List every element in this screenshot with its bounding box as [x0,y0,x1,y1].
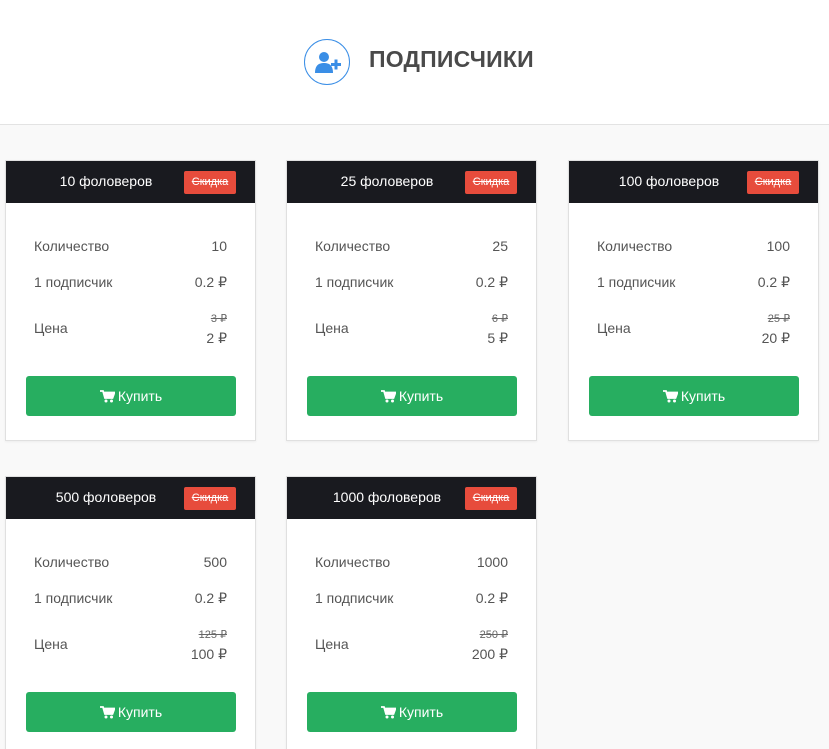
buy-button[interactable]: Купить [26,376,236,416]
price-value: 100 ₽ [190,646,227,662]
card-title: 1000 фоловеров [332,489,442,505]
page-header: ПОДПИСЧИКИ [0,0,829,125]
buy-button-label: Купить [117,704,163,720]
per-subscriber-value: 0.2 ₽ [475,590,508,606]
discount-badge: Скидка [465,487,517,510]
price-label: Цена [315,320,349,336]
price-label: Цена [315,636,349,652]
discount-badge: Скидка [747,171,799,194]
card-title: 25 фоловеров [340,173,434,189]
card-header: 25 фоловеров Скидка [287,161,536,203]
quantity-value: 25 [492,238,508,254]
pricing-card: 500 фоловеров Скидка Количество 500 1 по… [5,476,256,749]
price-value: 2 ₽ [206,330,227,346]
per-subscriber-label: 1 подписчик [34,590,113,606]
buy-button[interactable]: Купить [307,692,517,732]
buy-button[interactable]: Купить [589,376,799,416]
card-title: 100 фоловеров [618,173,720,189]
card-header: 1000 фоловеров Скидка [287,477,536,519]
discount-badge: Скидка [465,171,517,194]
per-subscriber-value: 0.2 ₽ [475,274,508,290]
buy-button-label: Купить [680,388,726,404]
discount-badge: Скидка [184,171,236,194]
buy-button[interactable]: Купить [307,376,517,416]
price-label: Цена [34,636,68,652]
per-subscriber-label: 1 подписчик [315,590,394,606]
buy-button[interactable]: Купить [26,692,236,732]
quantity-label: Количество [315,238,391,254]
cart-icon [99,705,115,719]
quantity-label: Количество [315,554,391,570]
price-value: 200 ₽ [471,646,508,662]
cart-icon [99,389,115,403]
quantity-value: 100 [766,238,790,254]
price-label: Цена [597,320,631,336]
card-title: 10 фоловеров [59,173,153,189]
per-subscriber-label: 1 подписчик [34,274,113,290]
user-plus-icon [304,39,350,85]
card-title: 500 фоловеров [55,489,157,505]
old-price: 125 ₽ [198,629,227,641]
quantity-value: 500 [203,554,227,570]
quantity-label: Количество [34,238,110,254]
per-subscriber-value: 0.2 ₽ [194,590,227,606]
quantity-value: 1000 [476,554,508,570]
pricing-card: 100 фоловеров Скидка Количество 100 1 по… [568,160,819,441]
per-subscriber-value: 0.2 ₽ [757,274,790,290]
card-header: 500 фоловеров Скидка [6,477,255,519]
cart-icon [662,389,678,403]
old-price: 3 ₽ [210,313,227,325]
quantity-label: Количество [597,238,673,254]
cart-icon [380,389,396,403]
pricing-card: 10 фоловеров Скидка Количество 10 1 подп… [5,160,256,441]
old-price: 250 ₽ [479,629,508,641]
quantity-label: Количество [34,554,110,570]
price-value: 5 ₽ [487,330,508,346]
buy-button-label: Купить [117,388,163,404]
price-value: 20 ₽ [761,330,790,346]
old-price: 25 ₽ [767,313,790,325]
page-title: ПОДПИСЧИКИ [369,46,534,72]
old-price: 6 ₽ [491,313,508,325]
discount-badge: Скидка [184,487,236,510]
cart-icon [380,705,396,719]
buy-button-label: Купить [398,388,444,404]
card-header: 10 фоловеров Скидка [6,161,255,203]
pricing-card: 1000 фоловеров Скидка Количество 1000 1 … [286,476,537,749]
per-subscriber-label: 1 подписчик [315,274,394,290]
per-subscriber-value: 0.2 ₽ [194,274,227,290]
quantity-value: 10 [211,238,227,254]
pricing-card: 25 фоловеров Скидка Количество 25 1 подп… [286,160,537,441]
price-label: Цена [34,320,68,336]
per-subscriber-label: 1 подписчик [597,274,676,290]
buy-button-label: Купить [398,704,444,720]
card-header: 100 фоловеров Скидка [569,161,818,203]
